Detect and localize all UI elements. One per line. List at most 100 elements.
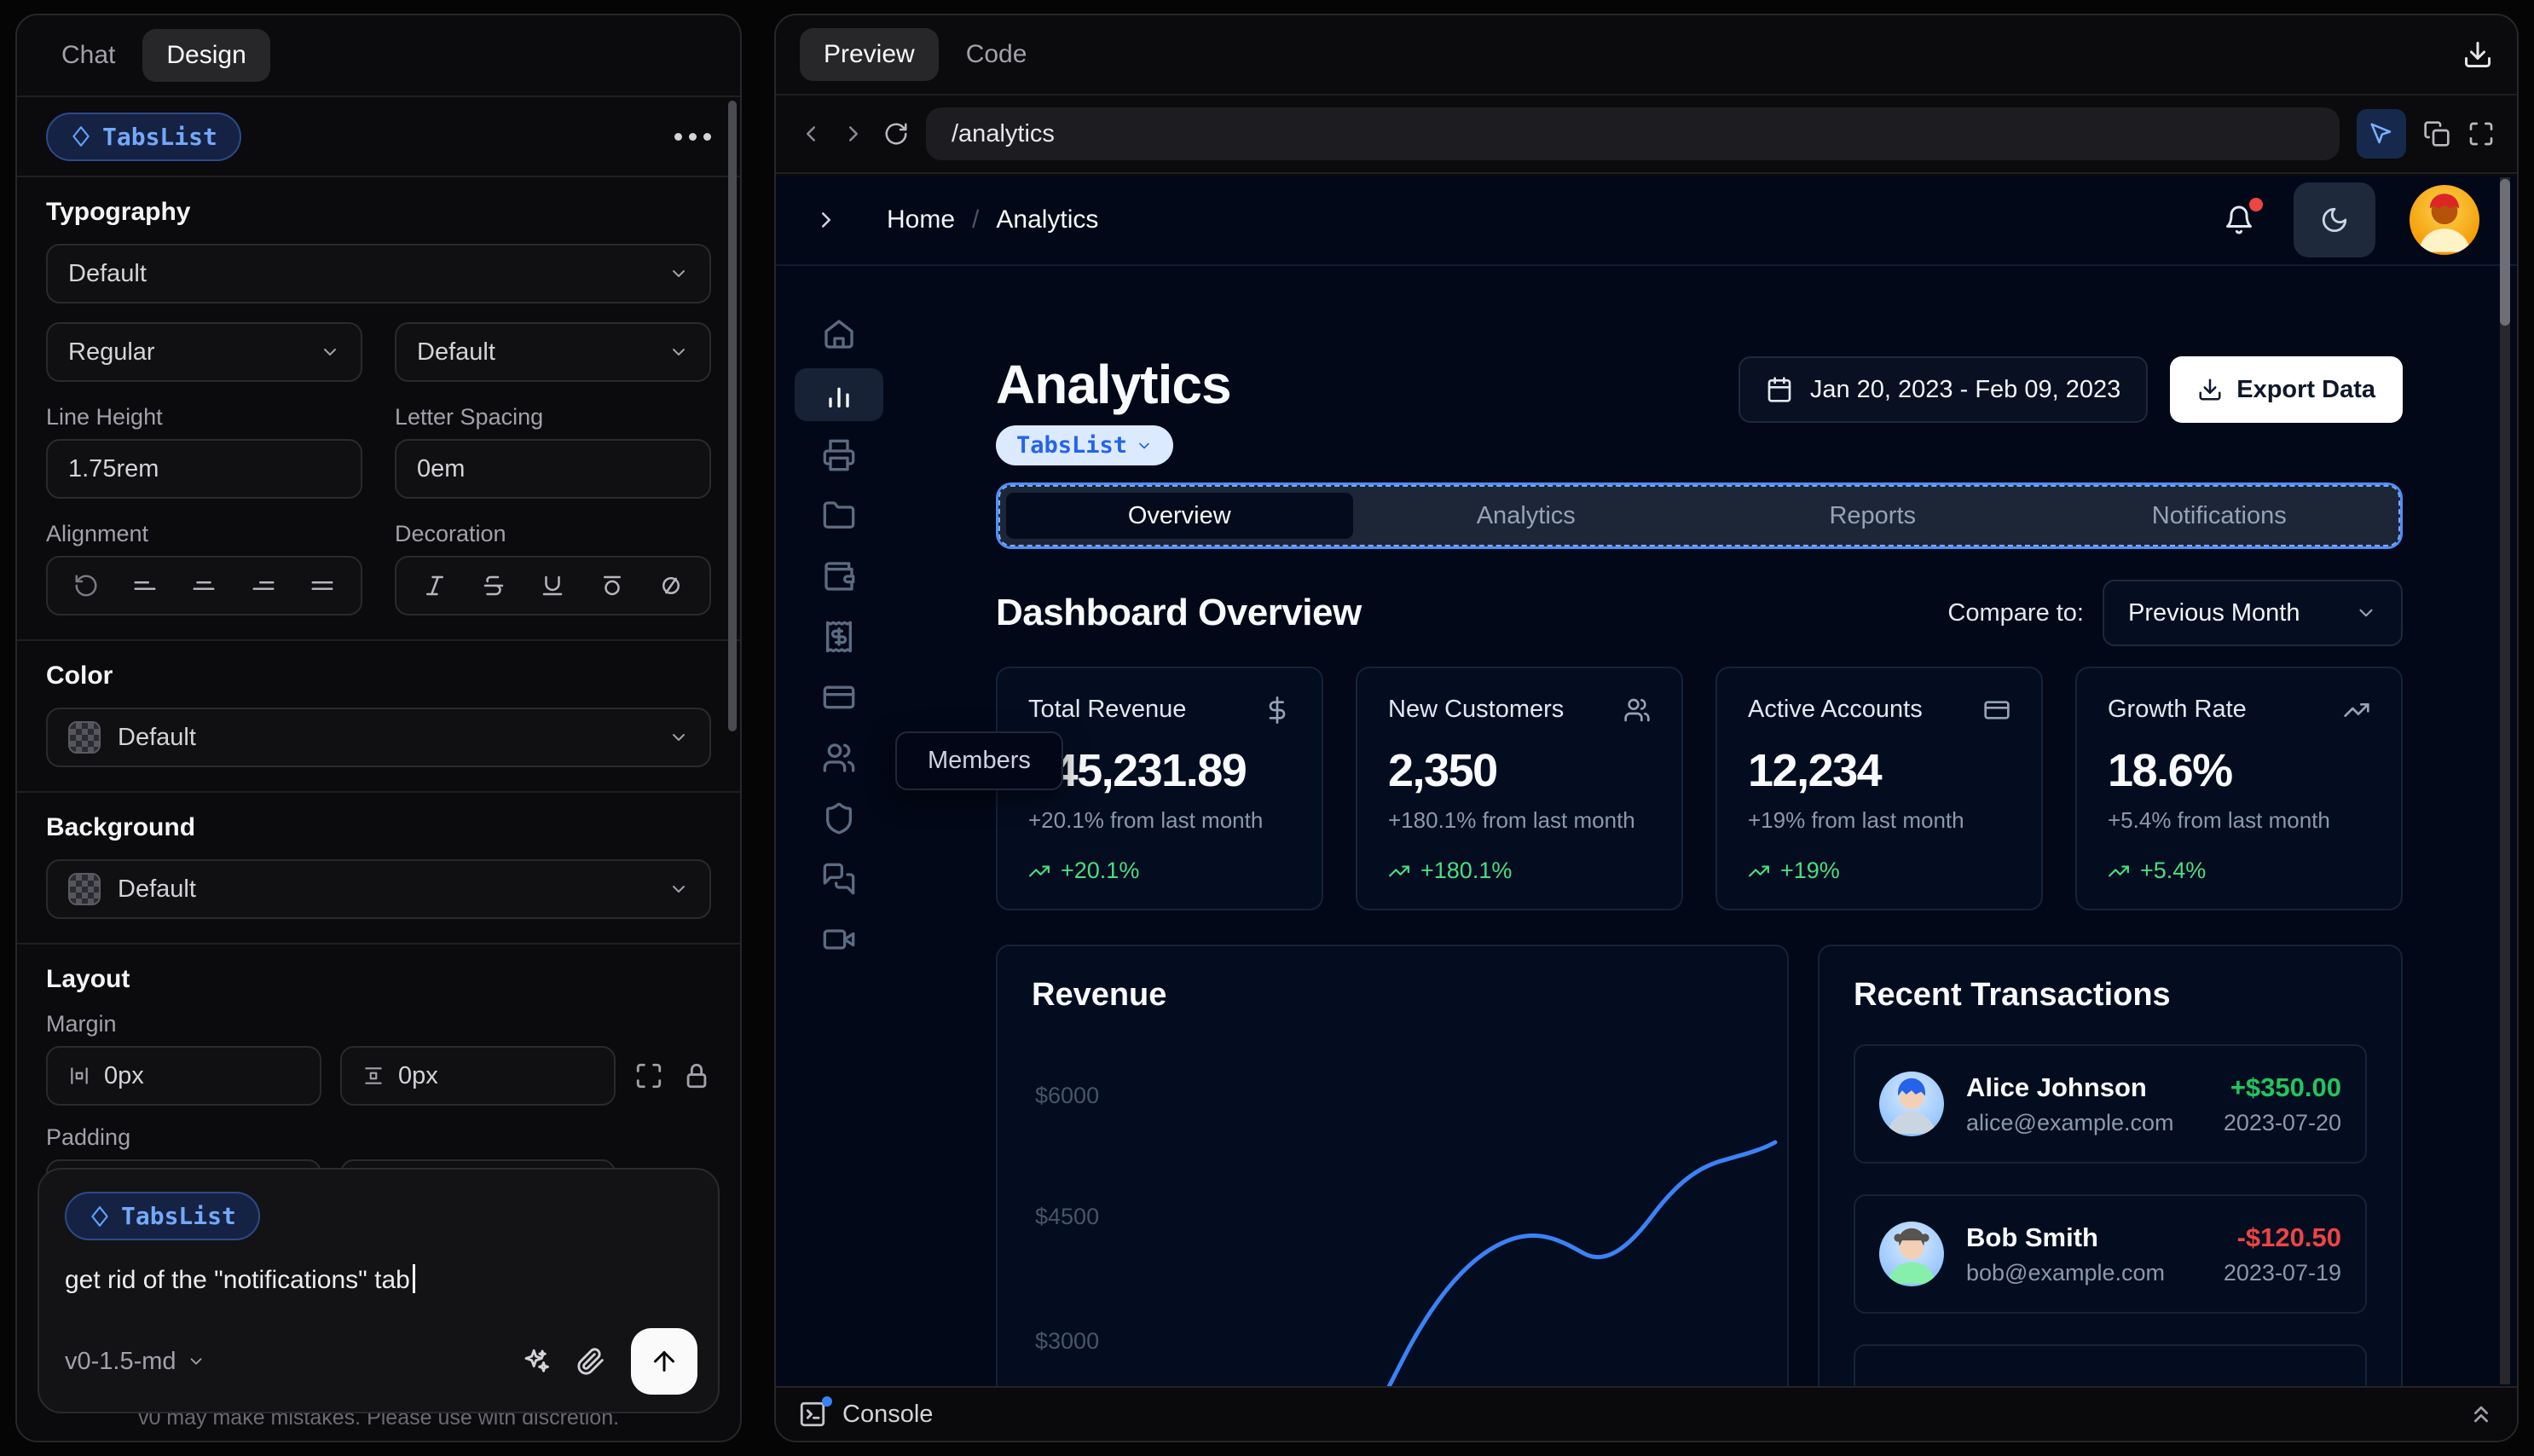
rail-security-icon[interactable] xyxy=(795,788,883,848)
paperclip-icon[interactable] xyxy=(576,1347,605,1376)
letter-spacing-value: 0em xyxy=(417,454,466,482)
transaction-row[interactable] xyxy=(1854,1344,2367,1386)
rail-home-icon[interactable] xyxy=(795,303,883,364)
font-size-select[interactable]: Default xyxy=(395,322,711,382)
align-right-icon[interactable] xyxy=(251,573,276,598)
mouse-pointer-icon xyxy=(2370,123,2392,144)
expand-icon[interactable] xyxy=(634,1061,663,1090)
rail-credit-card-icon[interactable] xyxy=(795,667,883,727)
download-icon[interactable] xyxy=(2462,39,2493,70)
moon-icon xyxy=(2322,207,2347,233)
layout-section-title: Layout xyxy=(46,965,130,993)
component-chip[interactable]: TabsList xyxy=(996,425,1174,466)
revenue-line-chart xyxy=(1386,1140,1778,1386)
no-decoration-icon[interactable] xyxy=(658,573,684,598)
console-bar[interactable]: Console xyxy=(776,1386,2517,1441)
model-selector[interactable]: v0-1.5-md xyxy=(65,1348,205,1376)
italic-icon[interactable] xyxy=(422,573,448,598)
rail-members-icon[interactable] xyxy=(795,727,883,788)
theme-toggle-button[interactable] xyxy=(2294,182,2375,257)
rail-printer-icon[interactable] xyxy=(795,425,883,485)
copy-icon[interactable] xyxy=(2423,120,2450,147)
compare-select[interactable]: Previous Month xyxy=(2103,580,2403,647)
more-options-icon[interactable] xyxy=(674,132,711,141)
strikethrough-icon[interactable] xyxy=(481,573,506,598)
undo-icon[interactable] xyxy=(73,573,99,598)
tab-code[interactable]: Code xyxy=(947,28,1046,81)
tab-overview[interactable]: Overview xyxy=(1006,493,1353,540)
align-justify-icon[interactable] xyxy=(310,573,335,598)
chat-context-chip[interactable]: TabsList xyxy=(65,1192,260,1240)
design-panel-body: Typography Default Regular Default Line … xyxy=(17,177,740,1219)
preview-scrollbar-track[interactable] xyxy=(2500,177,2510,1384)
back-icon[interactable] xyxy=(798,121,824,147)
avatar-person-icon xyxy=(2418,194,2471,252)
letter-spacing-input[interactable]: 0em xyxy=(395,439,711,499)
compare-value: Previous Month xyxy=(2128,598,2300,627)
notifications-button[interactable] xyxy=(2224,198,2263,235)
chat-message-input[interactable]: get rid of the "notifications" tab xyxy=(65,1264,692,1295)
selected-component-badge[interactable]: TabsList xyxy=(46,112,241,161)
align-left-icon[interactable] xyxy=(132,573,158,598)
line-height-input[interactable]: 1.75rem xyxy=(46,439,362,499)
forward-icon[interactable] xyxy=(841,121,866,147)
chat-composer[interactable]: TabsList get rid of the "notifications" … xyxy=(38,1168,720,1413)
align-center-icon[interactable] xyxy=(191,573,217,598)
members-tooltip: Members xyxy=(895,731,1063,790)
chevrons-up-icon[interactable] xyxy=(2467,1401,2495,1428)
transactions-title: Recent Transactions xyxy=(1854,977,2171,1014)
rail-receipt-icon[interactable] xyxy=(795,606,883,667)
tab-chat[interactable]: Chat xyxy=(43,29,134,82)
selected-tabslist-component: Overview Analytics Reports Notifications xyxy=(996,482,2403,550)
compare-label: Compare to: xyxy=(1947,598,2084,627)
margin-y-input[interactable]: 0px xyxy=(340,1046,616,1106)
url-input[interactable]: /analytics xyxy=(926,107,2340,160)
sidebar-toggle-icon[interactable] xyxy=(813,207,839,233)
transaction-name: Bob Smith xyxy=(1966,1222,2098,1252)
revenue-chart-card: Revenue $6000 $4500 $3000 xyxy=(996,945,1789,1386)
rail-messages-icon[interactable] xyxy=(795,848,883,909)
sparkles-icon[interactable] xyxy=(522,1347,551,1376)
lock-icon[interactable] xyxy=(682,1061,711,1090)
tab-notifications[interactable]: Notifications xyxy=(2046,493,2393,539)
stat-change: +180.1% from last month xyxy=(1388,807,1635,834)
overline-icon[interactable] xyxy=(599,573,625,598)
tab-design[interactable]: Design xyxy=(142,29,270,82)
color-select[interactable]: Default xyxy=(46,708,711,767)
transaction-email: bob@example.com xyxy=(1966,1259,2166,1286)
preview-scrollbar-thumb[interactable] xyxy=(2500,179,2510,326)
fullscreen-icon[interactable] xyxy=(2467,120,2495,147)
background-select[interactable]: Default xyxy=(46,859,711,919)
underline-icon[interactable] xyxy=(540,573,565,598)
sidebar-scrollbar[interactable] xyxy=(728,101,737,731)
font-weight-value: Regular xyxy=(68,338,155,366)
date-range-picker[interactable]: Jan 20, 2023 - Feb 09, 2023 xyxy=(1738,356,2149,423)
user-avatar[interactable] xyxy=(2410,185,2479,255)
rail-wallet-icon[interactable] xyxy=(795,546,883,606)
refresh-icon[interactable] xyxy=(883,121,909,147)
decoration-label: Decoration xyxy=(395,521,506,546)
tab-reports[interactable]: Reports xyxy=(1699,493,2046,539)
rail-video-icon[interactable] xyxy=(795,909,883,969)
inspect-cursor-button[interactable] xyxy=(2357,109,2406,159)
trending-up-icon xyxy=(1029,865,1050,877)
transaction-row[interactable]: Alice Johnson alice@example.com +$350.00… xyxy=(1854,1044,2367,1164)
section-title: Dashboard Overview xyxy=(996,592,1362,634)
dashboard-main: Analytics TabsList Jan 20, 2023 - Feb 09… xyxy=(996,268,2403,1386)
app-icon-rail xyxy=(776,268,902,1386)
font-weight-select[interactable]: Regular xyxy=(46,322,362,382)
transaction-date: 2023-07-19 xyxy=(2223,1259,2341,1286)
rail-folder-icon[interactable] xyxy=(795,485,883,546)
margin-y-value: 0px xyxy=(398,1061,438,1089)
rail-analytics-icon[interactable] xyxy=(795,367,883,421)
calendar-icon xyxy=(1767,377,1791,402)
margin-x-input[interactable]: 0px xyxy=(46,1046,321,1106)
breadcrumb-home[interactable]: Home xyxy=(887,205,955,234)
send-button[interactable] xyxy=(631,1328,697,1395)
font-family-select[interactable]: Default xyxy=(46,244,711,303)
tab-preview[interactable]: Preview xyxy=(800,28,939,81)
transaction-amount: -$120.50 xyxy=(2236,1222,2341,1252)
tab-analytics[interactable]: Analytics xyxy=(1353,493,1700,539)
transaction-row[interactable]: Bob Smith bob@example.com -$120.50 2023-… xyxy=(1854,1194,2367,1314)
export-data-button[interactable]: Export Data xyxy=(2170,356,2403,423)
